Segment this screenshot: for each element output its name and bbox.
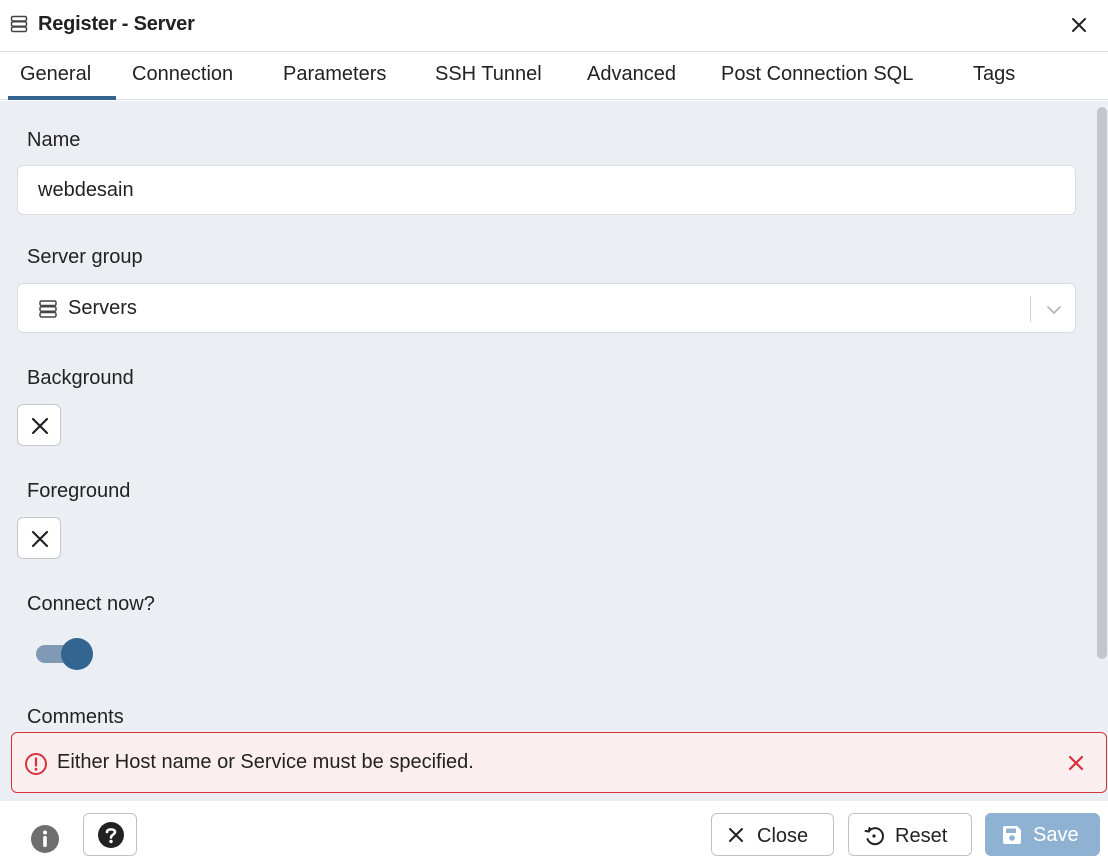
- server-group-select[interactable]: Servers: [17, 283, 1076, 333]
- background-label: Background: [27, 367, 134, 389]
- reset-icon: [864, 827, 884, 846]
- tab-tags[interactable]: Tags: [973, 63, 1015, 86]
- foreground-label: Foreground: [27, 480, 131, 502]
- name-label: Name: [27, 129, 81, 151]
- close-icon[interactable]: [1065, 752, 1087, 774]
- dialog-titlebar: Register - Server: [0, 0, 1108, 52]
- close-icon: [729, 828, 743, 842]
- save-icon: [1003, 826, 1021, 844]
- background-color-picker[interactable]: [17, 404, 61, 446]
- scrollbar-thumb[interactable]: [1097, 107, 1107, 659]
- tab-advanced[interactable]: Advanced: [587, 63, 676, 86]
- tab-general[interactable]: General: [20, 63, 91, 86]
- foreground-color-picker[interactable]: [17, 517, 61, 559]
- name-input-value: webdesain: [38, 179, 134, 201]
- tab-connection[interactable]: Connection: [132, 63, 233, 86]
- help-icon: [98, 822, 124, 848]
- connect-now-label: Connect now?: [27, 593, 155, 615]
- error-alert: Either Host name or Service must be spec…: [11, 732, 1107, 793]
- comments-label: Comments: [27, 706, 124, 728]
- tab-ssh-tunnel[interactable]: SSH Tunnel: [435, 63, 542, 86]
- dialog-title: Register - Server: [38, 13, 195, 35]
- tab-parameters[interactable]: Parameters: [283, 63, 386, 86]
- server-icon: [10, 15, 28, 33]
- error-circle-icon: [25, 753, 47, 775]
- clear-color-icon: [31, 530, 49, 548]
- close-button[interactable]: Close: [711, 813, 834, 856]
- close-icon[interactable]: [1068, 14, 1090, 36]
- server-group-value: Servers: [68, 297, 137, 319]
- tab-post-connection-sql[interactable]: Post Connection SQL: [721, 63, 913, 86]
- info-icon[interactable]: [28, 822, 62, 856]
- save-button[interactable]: Save: [985, 813, 1100, 856]
- tab-bar: General Connection Parameters SSH Tunnel…: [0, 52, 1108, 100]
- select-separator: [1030, 296, 1031, 322]
- save-button-label: Save: [1033, 824, 1079, 846]
- reset-button-label: Reset: [895, 825, 948, 847]
- chevron-down-icon[interactable]: [1044, 300, 1064, 320]
- connect-now-toggle[interactable]: [33, 637, 97, 671]
- server-icon: [39, 300, 57, 318]
- active-tab-indicator: [8, 96, 116, 100]
- name-input[interactable]: webdesain: [17, 165, 1076, 215]
- toggle-knob: [61, 638, 93, 670]
- close-button-label: Close: [757, 825, 809, 847]
- server-group-label: Server group: [27, 246, 143, 268]
- help-button[interactable]: [83, 813, 137, 856]
- reset-button[interactable]: Reset: [848, 813, 972, 856]
- alert-message: Either Host name or Service must be spec…: [57, 751, 474, 773]
- clear-color-icon: [31, 417, 49, 435]
